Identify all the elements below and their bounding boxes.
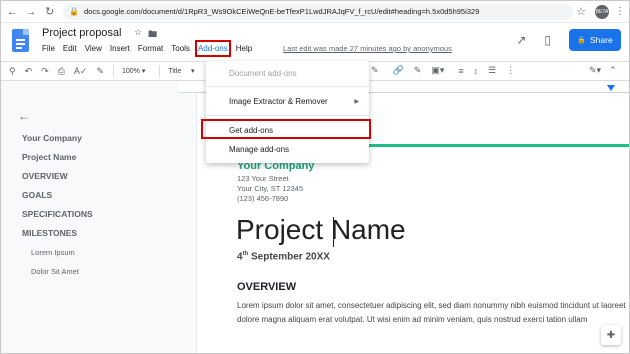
comment-add-icon[interactable]: ✎ bbox=[414, 65, 422, 76]
address-line[interactable]: Your City, ST 12345 bbox=[237, 184, 303, 193]
menu-insert[interactable]: Insert bbox=[110, 43, 130, 54]
menu-view[interactable]: View bbox=[85, 43, 102, 54]
reload-icon[interactable]: ↻ bbox=[42, 4, 57, 20]
outline-item[interactable]: OVERVIEW bbox=[22, 171, 68, 181]
lock-icon: 🔒 bbox=[69, 7, 79, 16]
share-button[interactable]: 🔒 Share bbox=[569, 29, 621, 51]
toolbar-divider bbox=[159, 65, 161, 77]
image-icon[interactable]: ▣▾ bbox=[431, 65, 444, 76]
menu-divider bbox=[206, 86, 369, 87]
menu-edit[interactable]: Edit bbox=[63, 43, 77, 54]
menu-divider bbox=[206, 115, 369, 116]
forward-arrow-icon[interactable]: → bbox=[24, 4, 39, 20]
browser-bar: ← → ↻ 🔒 docs.google.com/document/d/1RpR3… bbox=[1, 1, 629, 23]
add-ons-dropdown: Document add-ons Image Extractor & Remov… bbox=[206, 61, 369, 163]
folder-icon[interactable]: 🖿 bbox=[148, 27, 157, 43]
print-icon[interactable]: ⎙ bbox=[58, 66, 65, 77]
menu-item-image-extractor[interactable]: Image Extractor & Remover bbox=[229, 97, 328, 106]
docs-header: Project proposal ☆ 🖿 File Edit View Inse… bbox=[1, 23, 629, 61]
redo-icon[interactable]: ↷ bbox=[41, 66, 49, 77]
list-icon[interactable]: ☰ bbox=[488, 65, 496, 76]
date-rest: September 20XX bbox=[248, 251, 330, 263]
date-line[interactable]: 4th September 20XX bbox=[237, 251, 330, 262]
indent-marker[interactable] bbox=[607, 85, 615, 91]
comments-icon[interactable]: ▯ bbox=[544, 33, 551, 47]
docs-logo-icon[interactable] bbox=[12, 29, 29, 52]
get-add-ons-highlight bbox=[201, 119, 371, 139]
browser-menu-icon[interactable]: ⋮ bbox=[615, 6, 625, 17]
screenshot-frame: ← → ↻ 🔒 docs.google.com/document/d/1RpR3… bbox=[0, 0, 630, 354]
outline-item[interactable]: Your Company bbox=[22, 133, 82, 143]
collapse-toolbar-icon[interactable]: ⌃ bbox=[609, 65, 617, 76]
document-title[interactable]: Project proposal bbox=[42, 27, 122, 39]
outline-subitem[interactable]: Lorem Ipsum bbox=[31, 248, 75, 257]
overflow-icon[interactable]: ⋮ bbox=[506, 65, 515, 76]
outline-item[interactable]: SPECIFICATIONS bbox=[22, 209, 93, 219]
spellcheck-icon[interactable]: A✓ bbox=[74, 66, 88, 77]
menu-tools[interactable]: Tools bbox=[171, 43, 190, 54]
menu-file[interactable]: File bbox=[42, 43, 55, 54]
outline-subitem[interactable]: Dolor Sit Amet bbox=[31, 267, 79, 276]
submenu-arrow-icon: ▶ bbox=[354, 99, 359, 105]
address-line[interactable]: (123) 456-7890 bbox=[237, 194, 288, 203]
outline-item[interactable]: GOALS bbox=[22, 190, 52, 200]
highlight-icon[interactable]: ✎ bbox=[371, 65, 379, 76]
title-part: Project bbox=[236, 214, 331, 245]
share-label: Share bbox=[590, 35, 613, 45]
zoom-select[interactable]: 100% ▾ bbox=[122, 67, 145, 75]
last-edit-link[interactable]: Last edit was made 27 minutes ago by ano… bbox=[283, 44, 452, 53]
menu-item-document-add-ons: Document add-ons bbox=[229, 69, 297, 78]
menu-help[interactable]: Help bbox=[236, 43, 252, 54]
paint-format-icon[interactable]: ✎ bbox=[96, 66, 104, 77]
menu-item-manage-add-ons[interactable]: Manage add-ons bbox=[229, 145, 289, 154]
overview-paragraph[interactable]: Lorem ipsum dolor sit amet, consectetuer… bbox=[237, 299, 629, 326]
search-menus-icon[interactable]: ⚲ bbox=[9, 66, 16, 77]
line-spacing-icon[interactable]: ↕ bbox=[474, 66, 479, 76]
project-title[interactable]: Project Name bbox=[236, 214, 406, 246]
outline-item[interactable]: Project Name bbox=[22, 152, 76, 162]
style-select[interactable]: Title ▾ bbox=[168, 67, 194, 75]
outline-item[interactable]: MILESTONES bbox=[22, 228, 77, 238]
url-text: docs.google.com/document/d/1RpR3_Ws9OkCE… bbox=[83, 7, 480, 16]
document-outline: ← Your Company Project Name OVERVIEW GOA… bbox=[1, 81, 179, 353]
address-line[interactable]: 123 Your Street bbox=[237, 174, 289, 183]
style-value: Title bbox=[168, 68, 182, 75]
align-icon[interactable]: ≡ bbox=[458, 66, 463, 76]
lock-icon: 🔒 bbox=[577, 37, 587, 44]
editing-mode-icon[interactable]: ✎▾ bbox=[589, 65, 601, 76]
address-bar[interactable]: 🔒 docs.google.com/document/d/1RpR3_Ws9Ok… bbox=[63, 3, 574, 20]
text-cursor bbox=[333, 217, 334, 247]
menu-bar: File Edit View Insert Format Tools Add-o… bbox=[42, 40, 260, 57]
zoom-value: 100% bbox=[121, 68, 140, 75]
back-arrow-icon[interactable]: ← bbox=[5, 4, 20, 20]
overview-heading[interactable]: OVERVIEW bbox=[237, 281, 296, 293]
extension-badge[interactable]: BETA bbox=[595, 4, 610, 19]
title-part: Name bbox=[330, 214, 406, 245]
star-icon[interactable]: ☆ bbox=[134, 27, 142, 43]
menu-format[interactable]: Format bbox=[138, 43, 163, 54]
undo-icon[interactable]: ↶ bbox=[25, 66, 33, 77]
activity-trend-icon[interactable]: ↗ bbox=[516, 33, 526, 47]
menu-add-ons[interactable]: Add-ons bbox=[194, 40, 231, 57]
star-icon[interactable]: ☆ bbox=[573, 4, 589, 20]
explore-icon[interactable]: ✚ bbox=[601, 325, 621, 345]
close-outline-arrow-icon[interactable]: ← bbox=[18, 109, 30, 123]
toolbar-divider bbox=[112, 65, 114, 77]
link-icon[interactable]: 🔗 bbox=[393, 65, 404, 76]
